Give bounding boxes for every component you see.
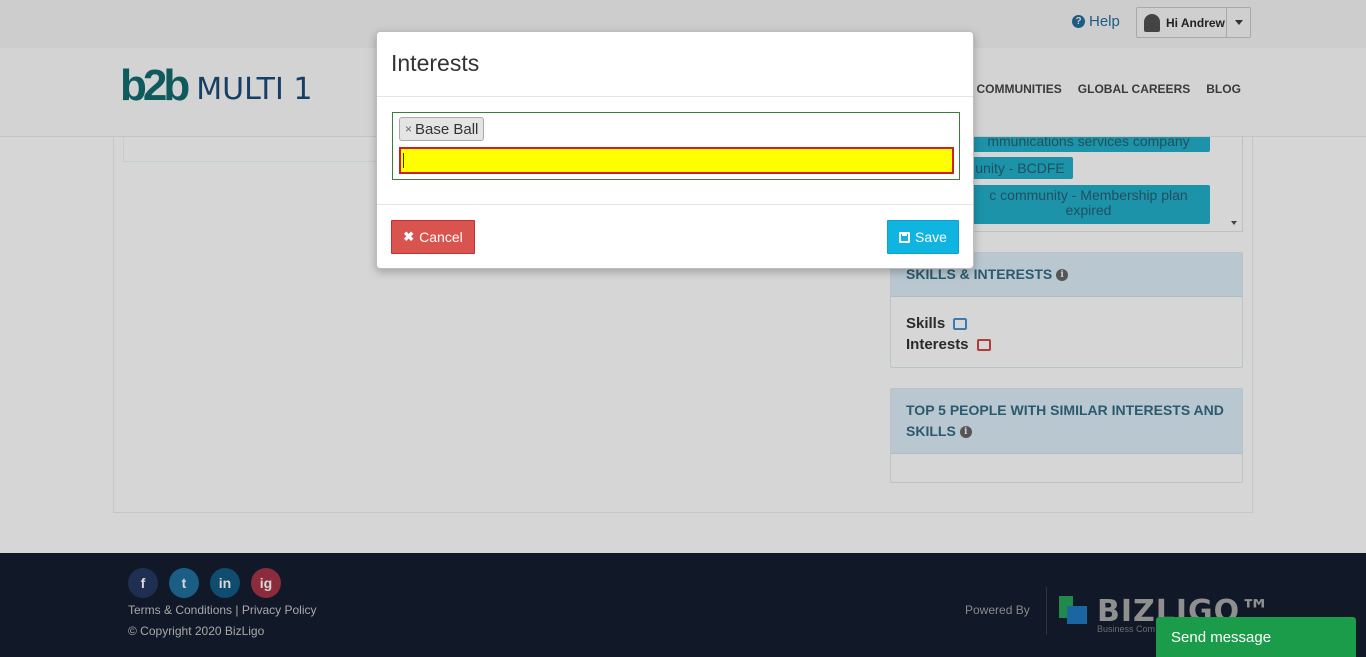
remove-tag-icon[interactable]: × <box>405 122 412 136</box>
interests-tag-input[interactable]: × Base Ball <box>392 112 960 180</box>
logo-mark: b2b <box>120 61 190 110</box>
powered-by-label: Powered By <box>965 603 1030 617</box>
modal-footer: ✖ Cancel Save <box>377 205 973 269</box>
nav-item-communities[interactable]: L COMMUNITIES <box>966 82 1062 96</box>
info-icon[interactable]: i <box>959 426 972 439</box>
interests-modal: Interests × Base Ball ✖ Cancel Save <box>376 31 974 269</box>
bizligo-tagline: Business Com <box>1097 624 1156 634</box>
text-cursor <box>403 153 404 168</box>
edit-interests-icon[interactable] <box>976 339 991 352</box>
interests-row: Interests <box>906 334 1227 355</box>
linkedin-icon[interactable]: in <box>210 568 240 598</box>
community-tag[interactable]: mmunications services company <box>967 137 1210 152</box>
site-logo[interactable]: b2b MULTI 1 <box>120 64 312 108</box>
selected-tag: × Base Ball <box>399 117 485 141</box>
copyright-text: © Copyright 2020 BizLigo <box>128 624 265 638</box>
edit-skills-icon[interactable] <box>953 318 968 331</box>
scroll-down-icon[interactable] <box>1231 221 1237 225</box>
skills-interests-panel: SKILLS & INTERESTS i Skills Interests <box>890 252 1243 368</box>
modal-body: × Base Ball <box>377 97 973 205</box>
cancel-label: Cancel <box>419 229 463 245</box>
send-message-button[interactable]: Send message <box>1156 617 1356 657</box>
twitter-icon[interactable]: t <box>169 568 199 598</box>
help-icon: ? <box>1072 15 1085 28</box>
user-menu-button[interactable]: Hi Andrew <box>1136 7 1251 38</box>
panel-heading: TOP 5 PEOPLE WITH SIMILAR INTERESTS AND … <box>891 389 1242 454</box>
main-nav: L COMMUNITIES GLOBAL CAREERS BLOG <box>966 82 1241 96</box>
cancel-button[interactable]: ✖ Cancel <box>391 220 475 254</box>
instagram-icon[interactable]: ig <box>251 568 281 598</box>
logo-text: MULTI 1 <box>196 72 313 107</box>
modal-title: Interests <box>391 50 480 76</box>
nav-item-global-careers[interactable]: GLOBAL CAREERS <box>1078 82 1190 96</box>
help-label: Help <box>1089 13 1120 30</box>
bizligo-logo-mark <box>1059 596 1089 626</box>
chevron-down-icon[interactable] <box>1226 8 1250 37</box>
top5-panel-title: TOP 5 PEOPLE WITH SIMILAR INTERESTS AND … <box>906 402 1224 439</box>
interests-label: Interests <box>906 336 969 353</box>
skills-row: Skills <box>906 313 1227 334</box>
left-panel-stub <box>123 137 383 162</box>
save-button[interactable]: Save <box>887 220 959 254</box>
community-tag[interactable]: unity - BCDFE <box>967 157 1073 179</box>
footer-links[interactable]: Terms & Conditions | Privacy Policy <box>128 603 317 617</box>
user-greeting: Hi Andrew <box>1166 15 1225 30</box>
facebook-icon[interactable]: f <box>128 568 158 598</box>
info-icon[interactable]: i <box>1056 269 1069 282</box>
community-tag[interactable]: c community - Membership plan expired <box>967 185 1210 224</box>
help-link[interactable]: ? Help <box>1072 13 1120 30</box>
avatar <box>1144 13 1160 32</box>
social-links: f t in ig <box>128 568 281 598</box>
top5-people-panel: TOP 5 PEOPLE WITH SIMILAR INTERESTS AND … <box>890 388 1243 483</box>
skills-label: Skills <box>906 315 946 332</box>
save-icon <box>899 231 911 243</box>
save-label: Save <box>915 229 947 245</box>
interest-search-input[interactable] <box>399 147 954 174</box>
modal-header: Interests <box>377 32 973 97</box>
close-icon: ✖ <box>403 229 415 244</box>
selected-tag-label: Base Ball <box>415 120 479 138</box>
nav-item-blog[interactable]: BLOG <box>1206 82 1241 96</box>
